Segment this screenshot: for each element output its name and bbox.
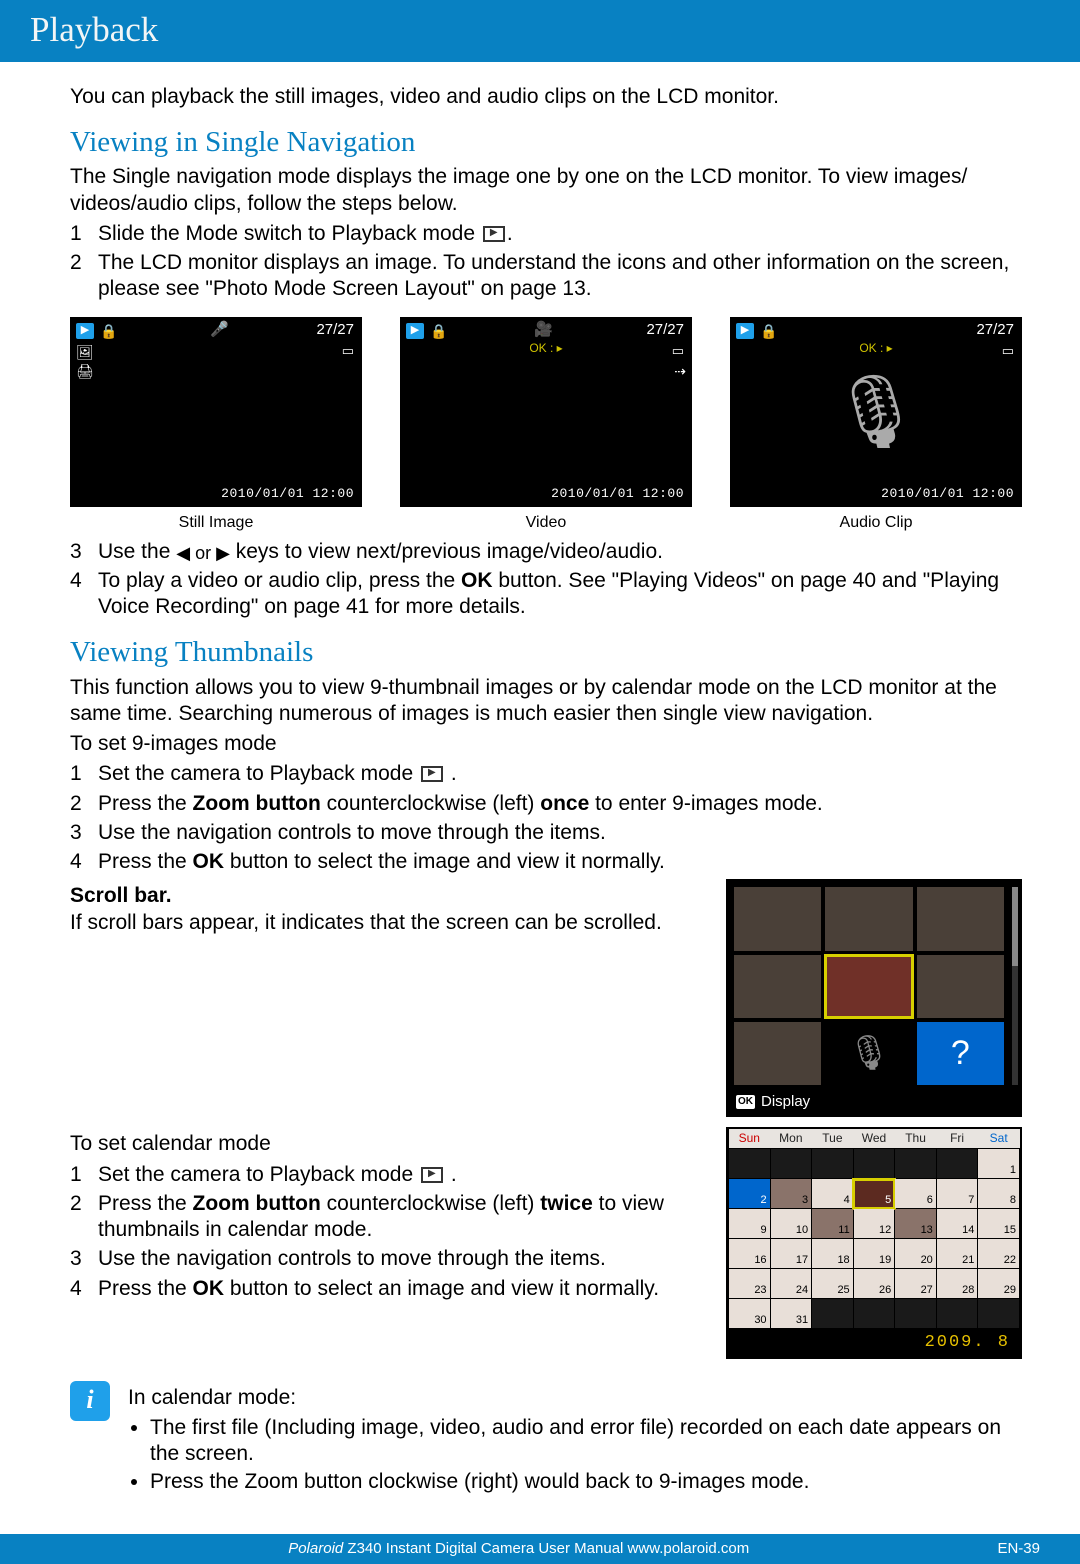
lock-icon: 🔒 [760,323,777,341]
step: 2 The LCD monitor displays an image. To … [70,250,1022,303]
page-number: EN-39 [997,1540,1040,1559]
scrollbar-text: If scroll bars appear, it indicates that… [70,911,662,934]
lock-icon: 🔒 [100,323,117,341]
thumbnail-grid-screenshot: 🎙? OKDisplay [726,879,1022,1117]
section1-desc: The Single navigation mode displays the … [70,164,1022,217]
section2-heading: Viewing Thumbnails [70,634,1022,670]
playback-mode-icon [483,226,505,242]
section1-steps-b: 3 Use the ◀ or ▶ keys to view next/previ… [70,539,1022,621]
info-heading: In calendar mode: [128,1385,1022,1411]
battery-icon: ▭ [342,343,354,359]
info-box: i In calendar mode: The first file (Incl… [70,1381,1022,1498]
scrollbar-heading: Scroll bar. [70,884,172,907]
intro-text: You can playback the still images, video… [70,84,1022,110]
playback-mode-icon [421,766,443,782]
lcd-thumbnails: ▶🔒 🎤 27/27 ▭ 🖼🖨 2010/01/01 12:00 Still I… [70,317,1022,533]
cal-label: To set calendar mode [70,1131,702,1157]
step: 1 Slide the Mode switch to Playback mode… [70,221,1022,247]
arrow-keys-icon: ◀ or ▶ [176,542,230,565]
play-icon: ▶ [736,323,754,339]
play-icon: ▶ [406,323,424,339]
info-icon: i [70,1381,110,1421]
ok-badge: OK [736,1095,755,1110]
section1-steps-a: 1 Slide the Mode switch to Playback mode… [70,221,1022,303]
calendar-screenshot: Sun Mon Tue Wed Thu Fri Sat 1 2345678 91… [726,1127,1022,1358]
scrollbar-icon [1012,887,1018,1085]
mode9-steps: 1Set the camera to Playback mode . 2Pres… [70,761,1022,875]
section2-desc: This function allows you to view 9-thumb… [70,675,1022,728]
thumb-video: ▶🔒 🎥 27/27 OK : ▸ ▭ ⇢ 2010/01/01 12:00 V… [400,317,692,533]
lock-icon: 🔒 [430,323,447,341]
info-bullet: Press the Zoom button clockwise (right) … [150,1469,1022,1495]
page-header: Playback [0,0,1080,62]
mic-icon: 🎤 [210,321,229,340]
battery-icon: ▭ [1002,343,1014,359]
play-icon: ▶ [76,323,94,339]
thumb-audio: ▶🔒 27/27 OK : ▸ ▭ 🎙 2010/01/01 12:00 Aud… [730,317,1022,533]
page-body: You can playback the still images, video… [0,62,1080,1516]
page-footer: Polaroid Z340 Instant Digital Camera Use… [0,1534,1080,1564]
big-mic-icon: 🎙 [830,367,921,457]
playback-mode-icon [421,1167,443,1183]
mode9-label: To set 9-images mode [70,731,1022,757]
step: 3 Use the ◀ or ▶ keys to view next/previ… [70,539,1022,565]
page-title: Playback [30,8,1050,52]
step: 4 To play a video or audio clip, press t… [70,568,1022,621]
video-icon: 🎥 [534,321,553,340]
battery-icon: ▭ [672,343,684,359]
cal-steps: 1Set the camera to Playback mode . 2Pres… [70,1162,702,1302]
calendar-date: 2009. 8 [728,1329,1020,1356]
info-bullet: The first file (Including image, video, … [150,1415,1022,1468]
thumb-still: ▶🔒 🎤 27/27 ▭ 🖼🖨 2010/01/01 12:00 Still I… [70,317,362,533]
section1-heading: Viewing in Single Navigation [70,124,1022,160]
